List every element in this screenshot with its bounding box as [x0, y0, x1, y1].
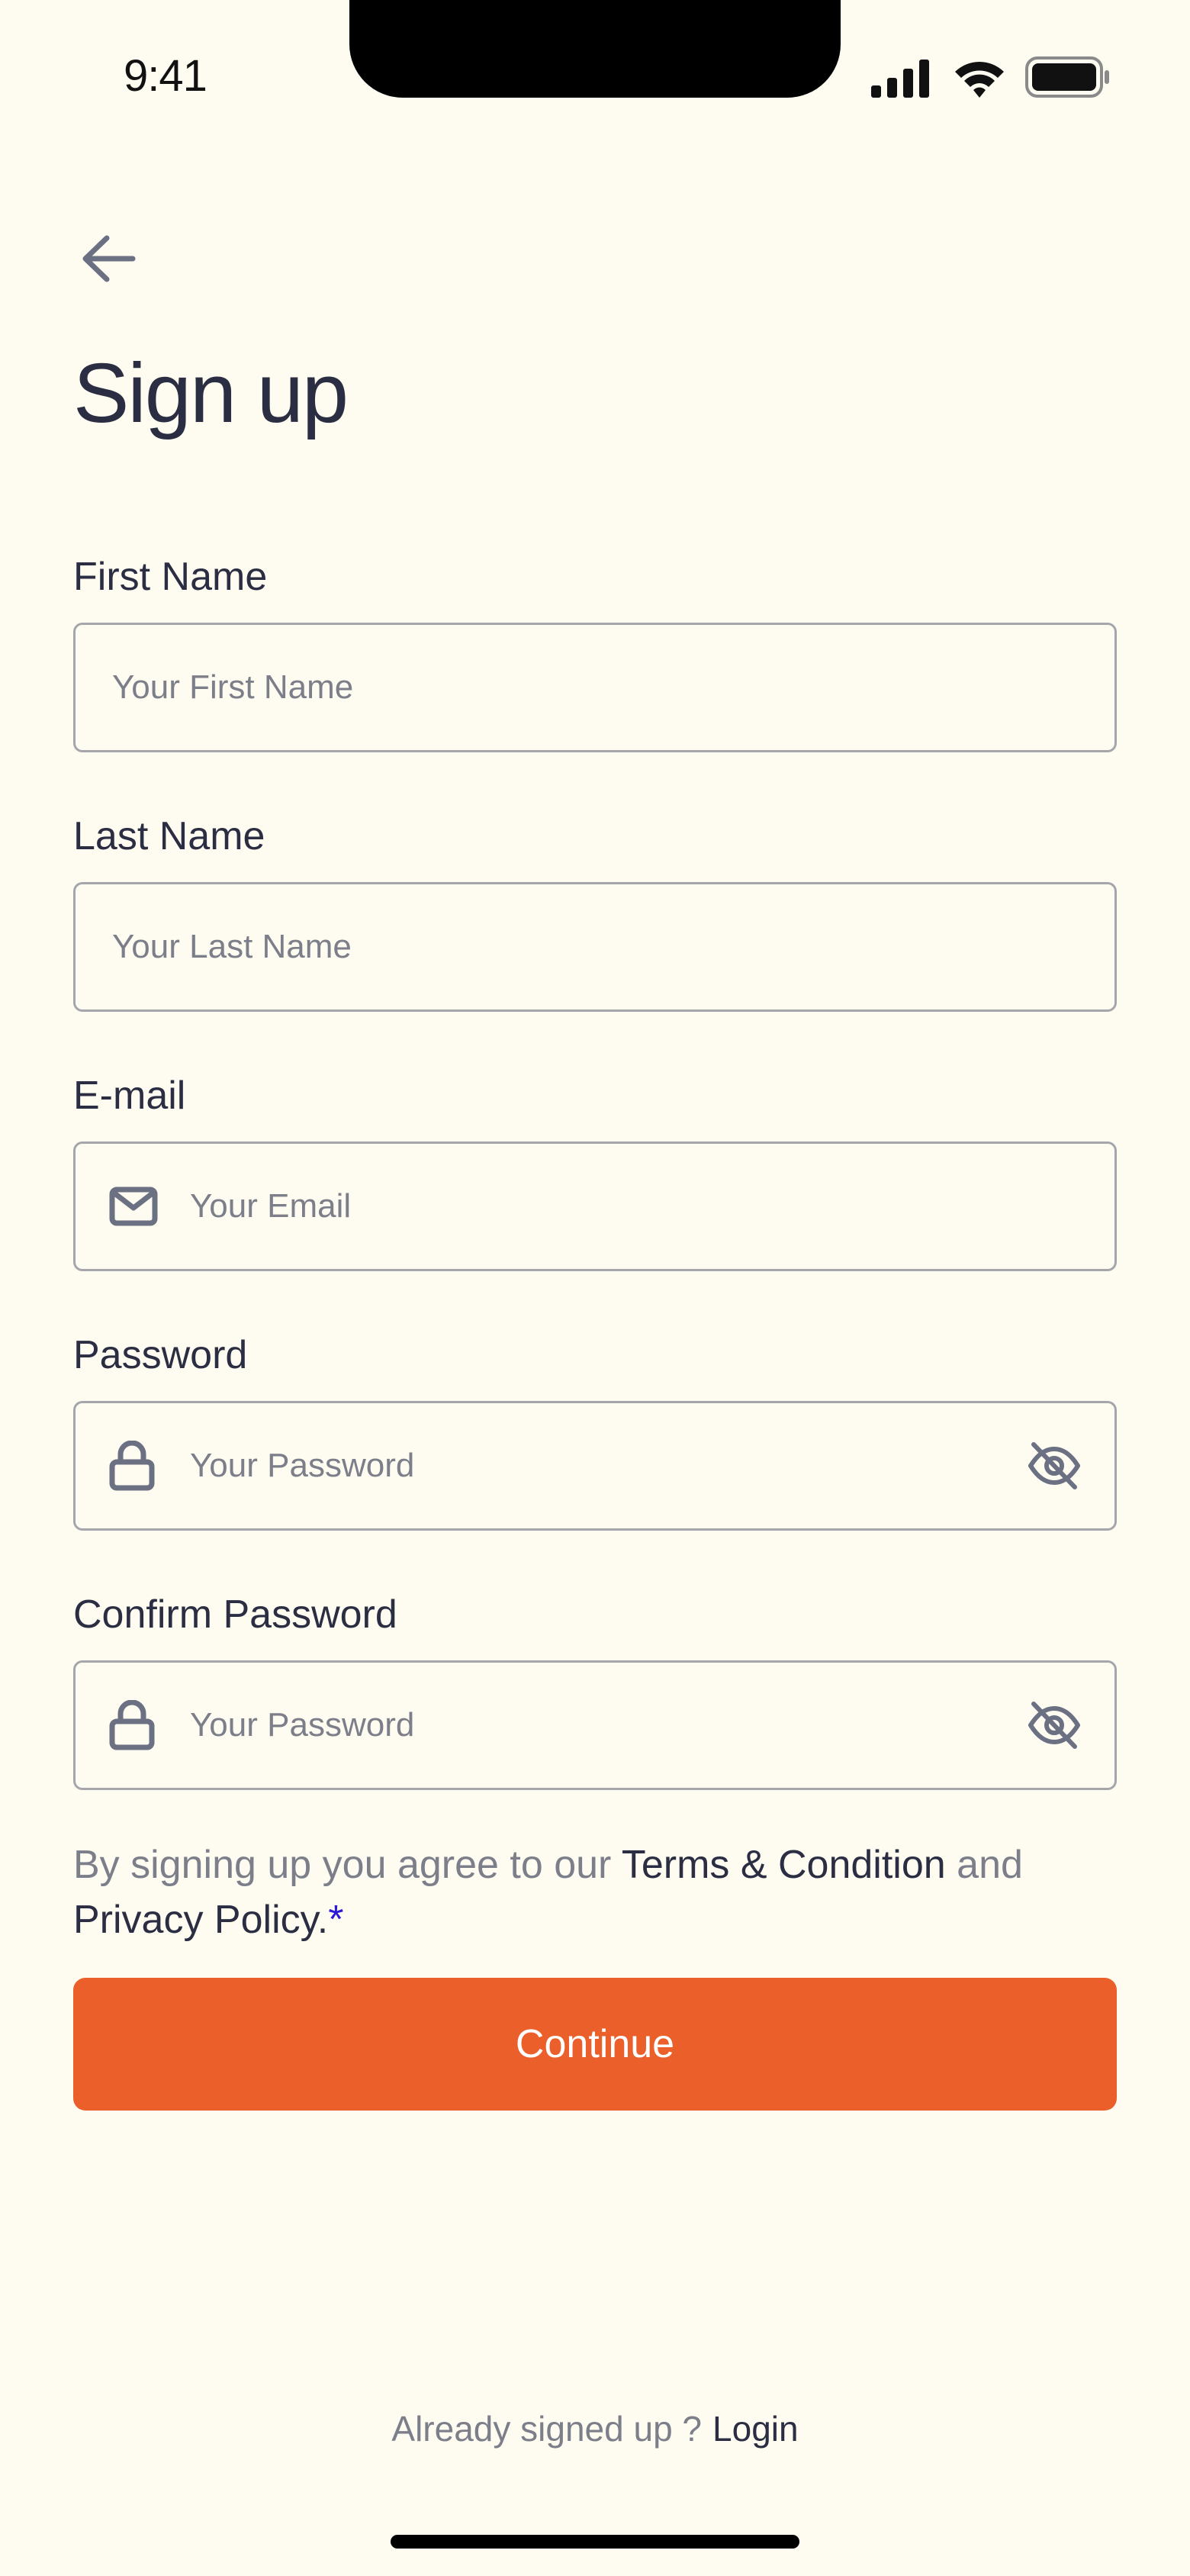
confirm-password-input[interactable]	[190, 1663, 968, 1788]
privacy-policy-link[interactable]: Privacy Policy.	[73, 1898, 328, 1942]
last-name-field[interactable]	[73, 882, 1117, 1012]
lock-icon	[109, 1441, 155, 1491]
continue-button[interactable]: Continue	[73, 1978, 1117, 2111]
email-input[interactable]	[190, 1144, 1082, 1269]
last-name-label: Last Name	[73, 814, 265, 858]
agreement-prefix: By signing up you agree to our	[73, 1843, 622, 1887]
password-label: Password	[73, 1333, 248, 1377]
email-label: E-mail	[73, 1074, 186, 1118]
password-input[interactable]	[190, 1403, 968, 1528]
confirm-password-field[interactable]	[73, 1660, 1117, 1790]
confirm-password-label: Confirm Password	[73, 1592, 397, 1637]
home-indicator	[391, 2535, 799, 2549]
terms-agreement-text: By signing up you agree to our Terms & C…	[73, 1837, 1126, 1947]
mail-icon	[109, 1187, 158, 1226]
eye-off-icon[interactable]	[1028, 1701, 1081, 1750]
first-name-field[interactable]	[73, 623, 1117, 752]
first-name-input[interactable]	[112, 625, 1073, 750]
agreement-conjunction: and	[945, 1843, 1023, 1887]
first-name-label: First Name	[73, 555, 268, 599]
login-prompt: Already signed up ? Login	[0, 2408, 1190, 2449]
last-name-input[interactable]	[112, 884, 1073, 1009]
terms-link[interactable]: Terms & Condition	[622, 1843, 946, 1887]
status-time: 9:41	[124, 51, 207, 101]
device-notch	[349, 0, 841, 98]
email-field[interactable]	[73, 1141, 1117, 1271]
back-arrow-icon[interactable]	[79, 232, 137, 285]
login-link[interactable]: Login	[712, 2409, 799, 2449]
already-signed-up-text: Already signed up ?	[391, 2409, 703, 2449]
password-field[interactable]	[73, 1401, 1117, 1531]
cellular-signal-icon	[871, 60, 929, 98]
page-title: Sign up	[73, 346, 349, 440]
wifi-icon	[955, 62, 1004, 98]
required-mark: *	[328, 1898, 344, 1942]
eye-off-icon[interactable]	[1028, 1441, 1081, 1490]
battery-icon	[1025, 56, 1109, 98]
lock-icon	[109, 1700, 155, 1750]
